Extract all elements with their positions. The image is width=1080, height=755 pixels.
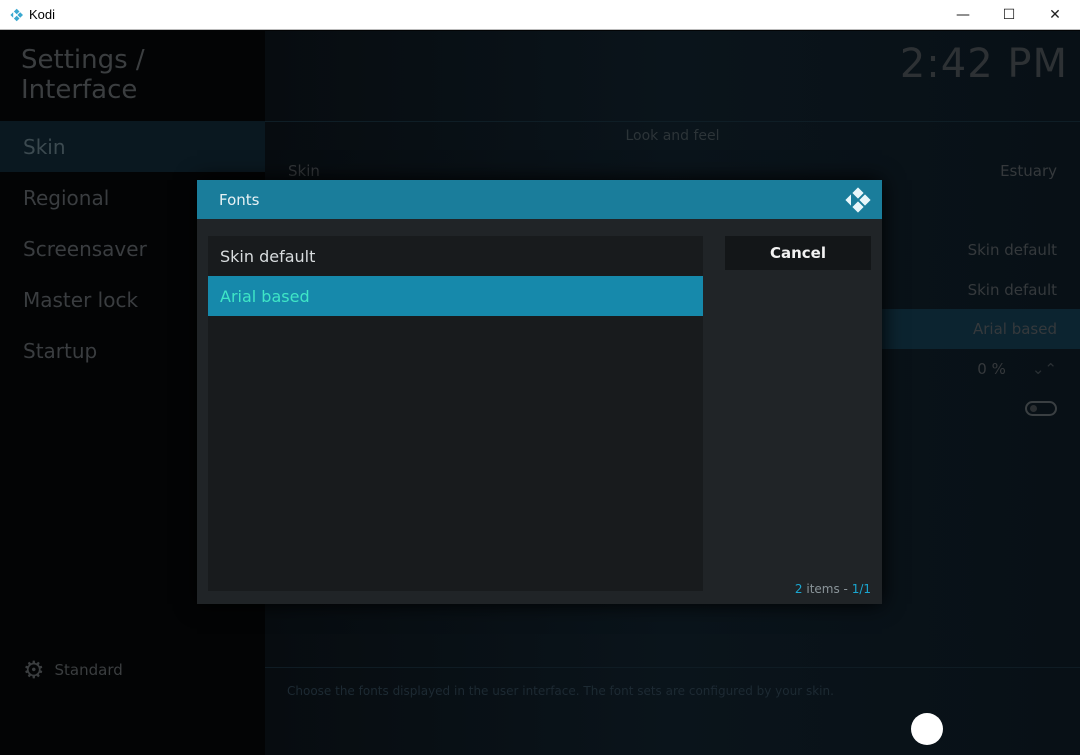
- kodi-logo-icon: [10, 8, 23, 21]
- spinner-arrows-icon[interactable]: ⌄⌃: [1032, 360, 1057, 378]
- setting-value: Estuary: [1000, 162, 1057, 180]
- setting-value: Skin default: [967, 281, 1057, 299]
- watermark-logo: [911, 713, 943, 745]
- settings-level-button[interactable]: ⚙ Standard: [23, 656, 123, 684]
- window-title: Kodi: [29, 7, 56, 22]
- kodi-logo-icon: [845, 186, 871, 213]
- list-item-selected[interactable]: Arial based: [208, 276, 703, 316]
- window-titlebar: Kodi — ☐ ✕: [0, 0, 1080, 30]
- maximize-button[interactable]: ☐: [986, 0, 1032, 30]
- toggle-switch[interactable]: [1025, 400, 1057, 416]
- settings-level-label: Standard: [54, 661, 123, 679]
- close-button[interactable]: ✕: [1032, 0, 1078, 30]
- list-item[interactable]: Skin default: [208, 236, 703, 276]
- minimize-button[interactable]: —: [940, 0, 986, 30]
- setting-value: 0 %: [977, 360, 1006, 378]
- page-indicator: 1/1: [851, 582, 871, 596]
- count-number: 2: [794, 582, 803, 596]
- divider: [265, 667, 1080, 668]
- item-count: 2 items - 1/1: [795, 582, 871, 596]
- dialog-title: Fonts: [219, 190, 260, 209]
- setting-description: Choose the fonts displayed in the user i…: [287, 684, 834, 698]
- fonts-list: Skin default Arial based: [208, 236, 703, 591]
- clock: 2:42 PM: [899, 41, 1068, 87]
- divider: [265, 121, 1080, 122]
- count-text: items -: [802, 582, 852, 596]
- gear-icon: ⚙: [23, 656, 45, 684]
- section-label: Look and feel: [625, 128, 720, 144]
- setting-value: Skin default: [967, 241, 1057, 259]
- cancel-button[interactable]: Cancel: [725, 236, 871, 270]
- sidebar-item-skin[interactable]: Skin: [0, 121, 265, 172]
- fonts-dialog: Fonts Skin default Arial based Cancel 2 …: [197, 180, 882, 604]
- page-title: Settings / Interface: [21, 45, 145, 105]
- dialog-header: Fonts: [197, 180, 882, 219]
- setting-value: Arial based: [972, 320, 1057, 338]
- setting-label: Skin: [288, 162, 320, 180]
